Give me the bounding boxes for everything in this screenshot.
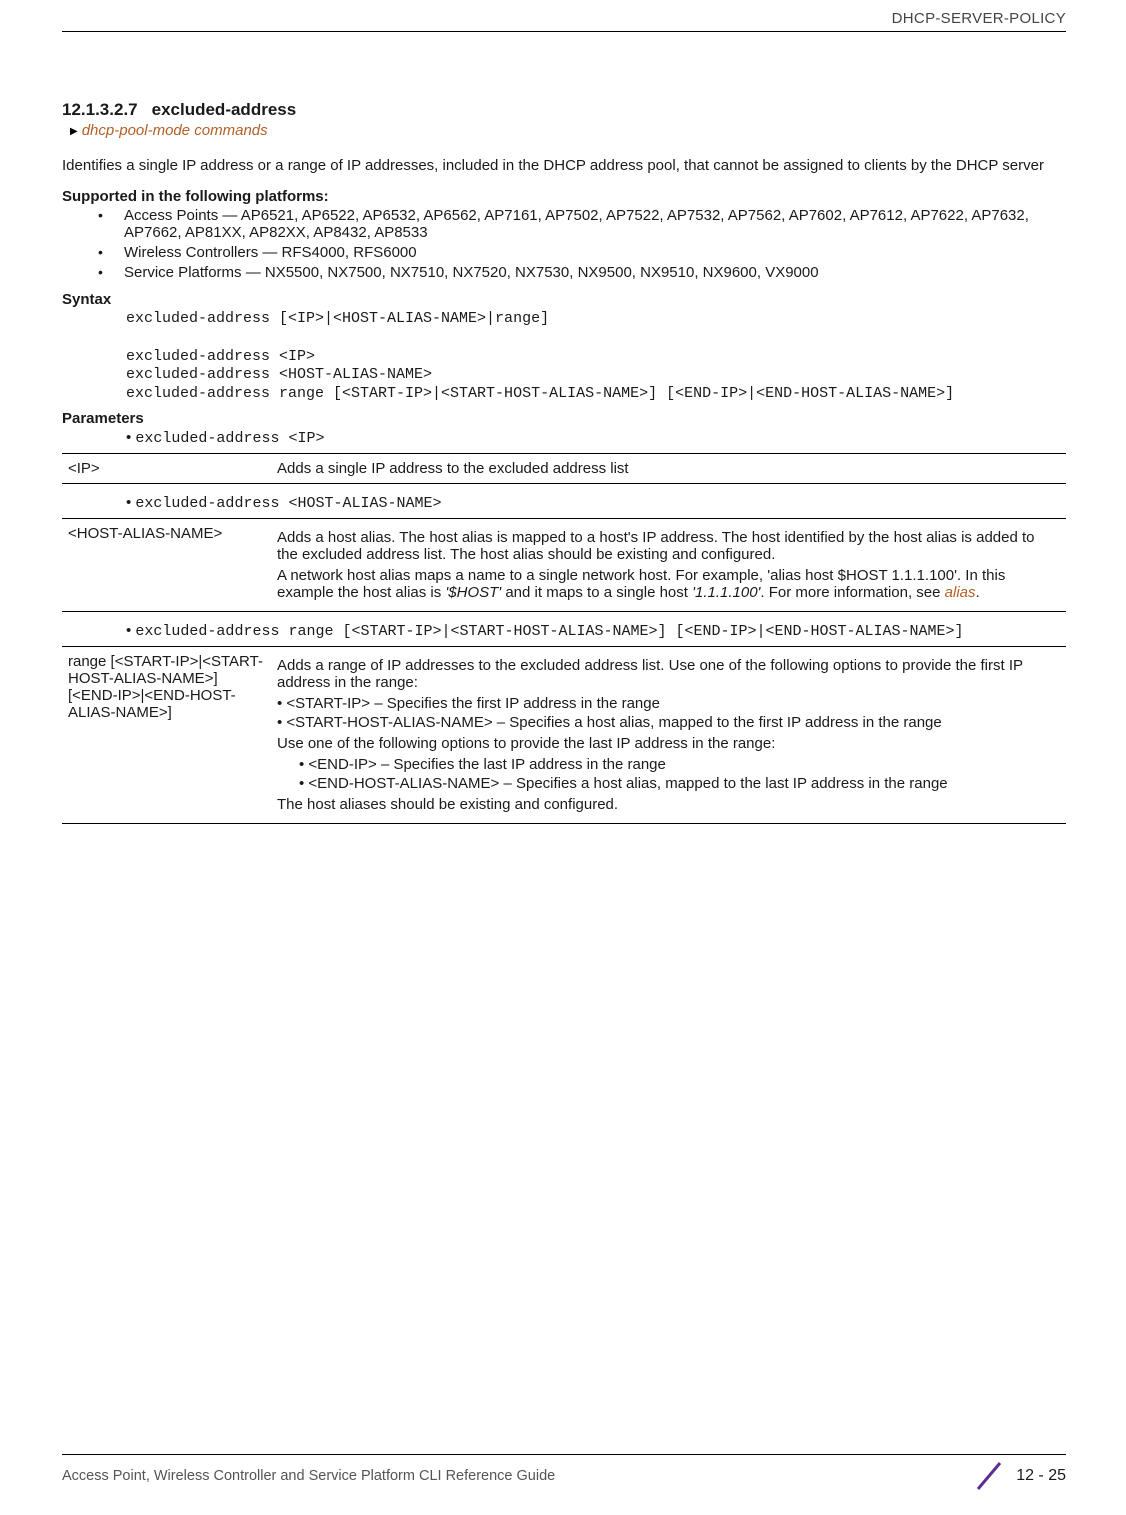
table-desc: Adds a single IP address to the excluded…	[271, 453, 1066, 483]
platforms-list: Access Points — AP6521, AP6522, AP6532, …	[62, 207, 1066, 281]
variable: '$HOST'	[445, 584, 501, 601]
table-key: <HOST-ALIAS-NAME>	[62, 518, 271, 611]
alias-link[interactable]: alias	[945, 584, 976, 601]
param-table-range: range [<START-IP>|<START-HOST-ALIAS-NAME…	[62, 646, 1066, 824]
section-number: 12.1.3.2.7	[62, 100, 138, 119]
running-header: DHCP-SERVER-POLICY	[62, 0, 1066, 32]
text: .	[976, 584, 980, 601]
desc-paragraph: Use one of the following options to prov…	[277, 735, 1058, 752]
list-item: Access Points — AP6521, AP6522, AP6532, …	[124, 207, 1066, 241]
section-heading: 12.1.3.2.7 excluded-address	[62, 100, 1066, 120]
options-list: <START-IP> – Specifies the first IP addr…	[277, 695, 1058, 731]
table-desc: Adds a range of IP addresses to the excl…	[271, 646, 1066, 823]
param-table-ip: <IP> Adds a single IP address to the exc…	[62, 453, 1066, 484]
desc-paragraph: Adds a range of IP addresses to the excl…	[277, 657, 1058, 691]
param-cmd: excluded-address range [<START-IP>|<STAR…	[126, 622, 1066, 640]
breadcrumb-label: dhcp-pool-mode commands	[82, 122, 268, 139]
text: . For more information, see	[760, 584, 944, 601]
list-item: Wireless Controllers — RFS4000, RFS6000	[124, 244, 1066, 261]
breadcrumb-arrow-icon: ▶	[70, 126, 78, 137]
breadcrumb[interactable]: ▶ dhcp-pool-mode commands	[70, 122, 1066, 139]
table-key: <IP>	[62, 453, 271, 483]
param-table-hostalias: <HOST-ALIAS-NAME> Adds a host alias. The…	[62, 518, 1066, 612]
syntax-block: excluded-address [<IP>|<HOST-ALIAS-NAME>…	[126, 310, 1066, 404]
param-cmd: excluded-address <HOST-ALIAS-NAME>	[126, 494, 1066, 512]
list-item: <START-HOST-ALIAS-NAME> – Specifies a ho…	[277, 714, 1058, 731]
list-item: <END-IP> – Specifies the last IP address…	[299, 756, 1058, 773]
desc-paragraph: The host aliases should be existing and …	[277, 796, 1058, 813]
page-number: 12 - 25	[1016, 1467, 1066, 1485]
parameters-heading: Parameters	[62, 410, 1066, 427]
syntax-heading: Syntax	[62, 291, 1066, 308]
param-cmd: excluded-address <IP>	[126, 429, 1066, 447]
text: and it maps to a single host	[501, 584, 692, 601]
variable: '1.1.1.100'	[692, 584, 760, 601]
list-item: <END-HOST-ALIAS-NAME> – Specifies a host…	[299, 775, 1058, 792]
supported-heading: Supported in the following platforms:	[62, 188, 1066, 205]
list-item: <START-IP> – Specifies the first IP addr…	[277, 695, 1058, 712]
desc-paragraph: Adds a host alias. The host alias is map…	[277, 529, 1058, 563]
section-title: excluded-address	[152, 100, 297, 119]
table-key: range [<START-IP>|<START-HOST-ALIAS-NAME…	[62, 646, 271, 823]
desc-paragraph: A network host alias maps a name to a si…	[277, 567, 1058, 601]
intro-paragraph: Identifies a single IP address or a rang…	[62, 157, 1066, 174]
footer-slash-icon	[972, 1459, 1006, 1493]
list-item: Service Platforms — NX5500, NX7500, NX75…	[124, 264, 1066, 281]
footer-title: Access Point, Wireless Controller and Se…	[62, 1468, 555, 1484]
table-desc: Adds a host alias. The host alias is map…	[271, 518, 1066, 611]
options-list: <END-IP> – Specifies the last IP address…	[299, 756, 1058, 792]
page-footer: Access Point, Wireless Controller and Se…	[62, 1454, 1066, 1493]
